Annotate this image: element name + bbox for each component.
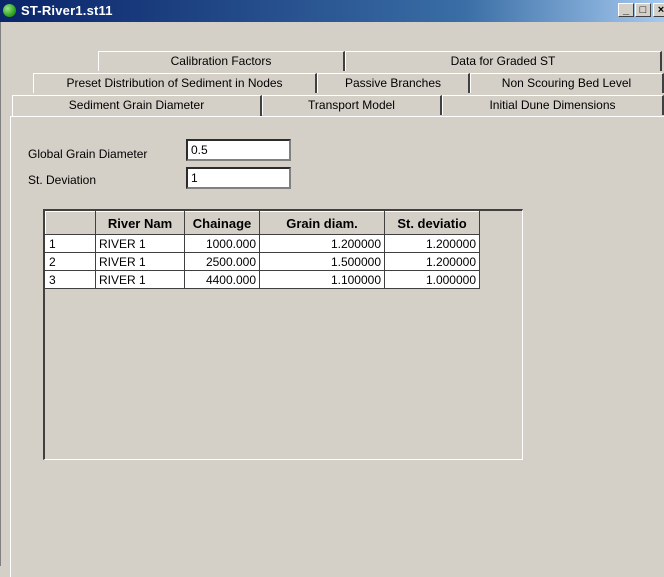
window-title: ST-River1.st11 — [21, 3, 113, 18]
table-row[interactable]: 2 RIVER 1 2500.000 1.500000 1.200000 — [45, 252, 480, 271]
cell-st-deviation[interactable]: 1.200000 — [384, 252, 480, 271]
row-number[interactable]: 2 — [45, 252, 96, 271]
tab-sediment-grain-diameter[interactable]: Sediment Grain Diameter — [12, 95, 262, 117]
cell-chainage[interactable]: 1000.000 — [184, 234, 260, 253]
row-number[interactable]: 1 — [45, 234, 96, 253]
sediment-grid[interactable]: River Nam Chainage Grain diam. St. devia… — [43, 209, 523, 460]
title-bar[interactable]: ST-River1.st11 _ □ × — [0, 0, 664, 22]
global-grain-diameter-input[interactable] — [186, 139, 291, 161]
tab-initial-dune-dimensions[interactable]: Initial Dune Dimensions — [442, 95, 664, 115]
cell-grain-diam[interactable]: 1.500000 — [259, 252, 385, 271]
cell-river-name[interactable]: RIVER 1 — [95, 234, 185, 253]
table-row[interactable]: 3 RIVER 1 4400.000 1.100000 1.000000 — [45, 270, 480, 289]
global-grain-diameter-label: Global Grain Diameter — [28, 147, 148, 161]
cell-chainage[interactable]: 4400.000 — [184, 270, 260, 289]
column-header-chainage[interactable]: Chainage — [184, 211, 260, 235]
minimize-button[interactable]: _ — [618, 3, 634, 17]
tab-preset-distribution[interactable]: Preset Distribution of Sediment in Nodes — [33, 73, 317, 93]
table-header-row: River Nam Chainage Grain diam. St. devia… — [45, 211, 480, 235]
cell-river-name[interactable]: RIVER 1 — [95, 252, 185, 271]
row-number[interactable]: 3 — [45, 270, 96, 289]
tab-transport-model[interactable]: Transport Model — [262, 95, 442, 115]
app-icon — [3, 4, 16, 17]
cell-river-name[interactable]: RIVER 1 — [95, 270, 185, 289]
cell-grain-diam[interactable]: 1.100000 — [259, 270, 385, 289]
tab-passive-branches[interactable]: Passive Branches — [317, 73, 470, 93]
cell-chainage[interactable]: 2500.000 — [184, 252, 260, 271]
close-button[interactable]: × — [653, 3, 664, 17]
maximize-button[interactable]: □ — [635, 3, 651, 17]
cell-grain-diam[interactable]: 1.200000 — [259, 234, 385, 253]
window-frame-left — [0, 22, 4, 566]
sediment-table: River Nam Chainage Grain diam. St. devia… — [45, 211, 480, 289]
column-header-st-deviation[interactable]: St. deviatio — [384, 211, 480, 235]
table-row[interactable]: 1 RIVER 1 1000.000 1.200000 1.200000 — [45, 234, 480, 253]
tab-calibration-factors[interactable]: Calibration Factors — [98, 51, 345, 71]
column-header-corner[interactable] — [45, 211, 96, 235]
cell-st-deviation[interactable]: 1.000000 — [384, 270, 480, 289]
column-header-river-name[interactable]: River Nam — [95, 211, 185, 235]
st-deviation-label: St. Deviation — [28, 173, 97, 187]
tab-data-for-graded-st[interactable]: Data for Graded ST — [345, 51, 662, 71]
cell-st-deviation[interactable]: 1.200000 — [384, 234, 480, 253]
column-header-grain-diam[interactable]: Grain diam. — [259, 211, 385, 235]
st-deviation-input[interactable] — [186, 167, 291, 189]
tab-non-scouring-bed-level[interactable]: Non Scouring Bed Level — [470, 73, 664, 93]
